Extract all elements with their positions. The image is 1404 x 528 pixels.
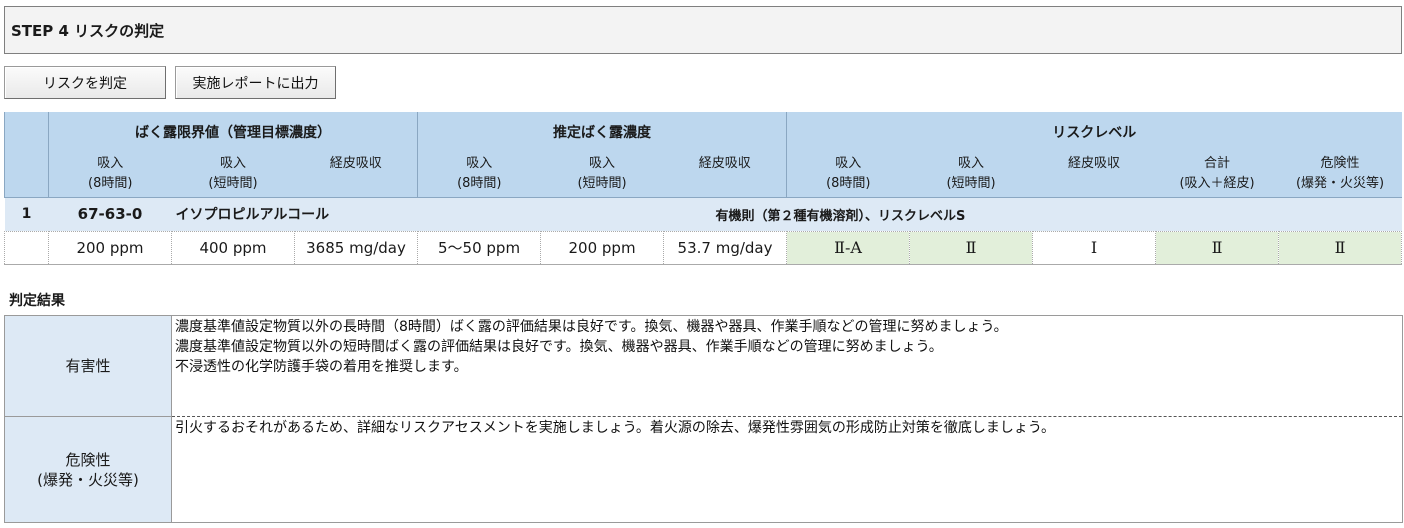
result-title: 判定結果 xyxy=(9,293,65,309)
risk-dermal-header: 経皮吸収 xyxy=(1068,156,1121,171)
judge-risk-button[interactable]: リスクを判定 xyxy=(4,66,166,99)
risk-total-header: 合計 (吸入＋経皮) xyxy=(1179,156,1255,191)
risk-long-value: Ⅱ-A xyxy=(786,230,911,265)
est-long-value: 5～50 ppm xyxy=(417,230,542,265)
limit-dermal-header: 経皮吸収 xyxy=(294,152,419,197)
index-header xyxy=(4,112,49,197)
values-row-index xyxy=(4,230,49,265)
est-inhale-short-header: 吸入 (短時間) xyxy=(577,156,627,191)
risk-hazard-value: Ⅱ xyxy=(1278,230,1403,265)
risk-hazard-header: 危険性 (爆発・火災等) xyxy=(1295,156,1385,191)
limit-long-value: 200 ppm xyxy=(48,230,172,265)
exposure-table: ばく露限界値（管理目標濃度） 推定ばく露濃度 リスクレベル 吸入 (8時間) 吸入… xyxy=(4,112,1403,265)
harm-line: 濃度基準値設定物質以外の短時間ばく露の評価結果は良好です。換気、機器や器具、作業… xyxy=(175,339,943,355)
result-table: 有害性 濃度基準値設定物質以外の長時間（8時間）ばく露の評価結果は良好です。換気… xyxy=(4,315,1403,523)
risk-inhale-long-header: 吸入 (8時間) xyxy=(826,156,871,191)
estimate-group-header: 推定ばく露濃度 xyxy=(417,112,788,152)
risk-group-header: リスクレベル xyxy=(1052,125,1137,141)
limit-inhale-long-header: 吸入 (8時間) xyxy=(88,156,133,191)
est-dermal-value: 53.7 mg/day xyxy=(663,230,788,265)
risk-inhale-short-header: 吸入 (短時間) xyxy=(946,156,996,191)
risk-dermal-value: Ⅰ xyxy=(1032,230,1157,265)
limit-inhale-short-header: 吸入 (短時間) xyxy=(208,156,258,191)
limit-group-header: ばく露限界値（管理目標濃度） xyxy=(48,112,419,152)
limit-short-value: 400 ppm xyxy=(171,230,295,265)
regulation-note: 有機則（第２種有機溶剤）、リスクレベルS xyxy=(663,196,1402,231)
risk-total-value: Ⅱ xyxy=(1155,230,1280,265)
step-title: STEP 4 リスクの判定 xyxy=(4,6,1402,54)
harm-line: 不浸透性の化学防護手袋の着用を推奨します。 xyxy=(175,359,468,375)
harm-text: 濃度基準値設定物質以外の長時間（8時間）ばく露の評価結果は良好です。換気、機器や… xyxy=(171,315,1403,417)
row-index: 1 xyxy=(4,196,49,231)
values-row: 200 ppm 400 ppm 3685 mg/day 5～50 ppm 200… xyxy=(4,230,1403,265)
est-short-value: 200 ppm xyxy=(540,230,665,265)
limit-dermal-value: 3685 mg/day xyxy=(293,230,419,265)
hazard-line: 引火するおそれがあるため、詳細なリスクアセスメントを実施しましょう。着火源の除去… xyxy=(175,420,1056,436)
est-inhale-long-header: 吸入 (8時間) xyxy=(457,156,502,191)
est-dermal-header: 経皮吸収 xyxy=(663,152,788,197)
hazard-label: 危険性 (爆発・火災等) xyxy=(4,416,172,523)
harm-line: 濃度基準値設定物質以外の長時間（8時間）ばく露の評価結果は良好です。換気、機器や… xyxy=(175,319,1008,335)
cas-number: 67-63-0 xyxy=(48,196,172,231)
export-report-button[interactable]: 実施レポートに出力 xyxy=(175,66,336,99)
chemical-row: 1 67-63-0 イソプロピルアルコール 有機則（第２種有機溶剤）、リスクレベ… xyxy=(4,196,1402,231)
risk-short-value: Ⅱ xyxy=(909,230,1034,265)
hazard-text: 引火するおそれがあるため、詳細なリスクアセスメントを実施しましょう。着火源の除去… xyxy=(171,416,1403,523)
chemical-name: イソプロピルアルコール xyxy=(171,196,664,231)
harm-label: 有害性 xyxy=(4,315,172,417)
